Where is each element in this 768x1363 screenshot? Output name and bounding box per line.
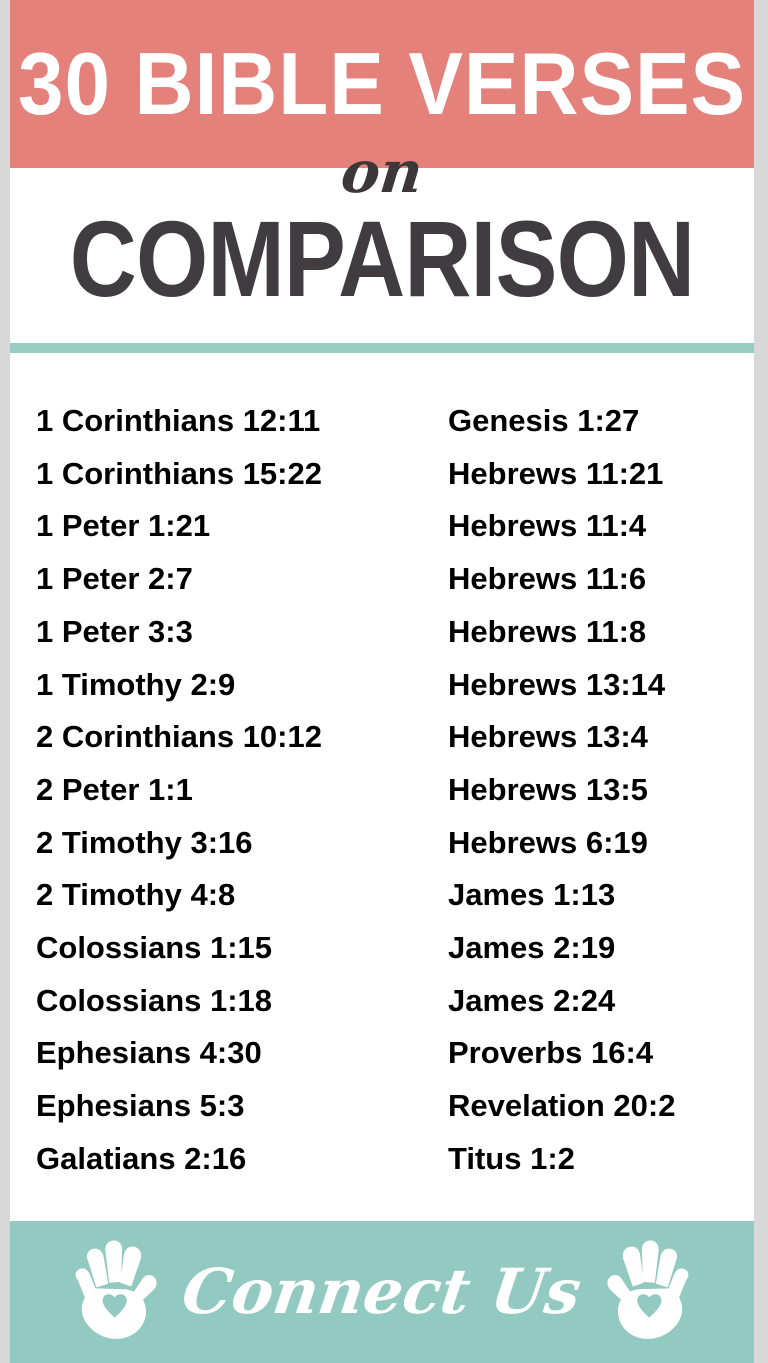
brand-name: Connect Us (178, 1255, 586, 1328)
title-connector-word: on (337, 138, 426, 206)
list-item: 2 Timothy 4:8 (36, 877, 236, 913)
list-item: Ephesians 4:30 (36, 1035, 262, 1071)
list-item: Hebrews 13:4 (448, 719, 648, 755)
list-item: 1 Timothy 2:9 (36, 666, 236, 702)
list-item: 1 Peter 1:21 (36, 508, 211, 544)
list-item: Hebrews 11:4 (448, 508, 647, 544)
list-item: 2 Corinthians 10:12 (36, 719, 322, 755)
list-item: Hebrews 11:6 (448, 561, 647, 597)
page-subtitle: COMPARISON (69, 198, 695, 319)
list-item: 1 Peter 2:7 (36, 561, 193, 597)
list-item: 1 Corinthians 15:22 (36, 455, 322, 491)
list-item: Titus 1:2 (448, 1140, 575, 1176)
list-item: 1 Corinthians 12:11 (36, 403, 321, 438)
list-item: Ephesians 5:3 (36, 1088, 245, 1124)
list-item: Colossians 1:15 (36, 930, 273, 966)
list-item: Hebrews 11:21 (448, 455, 664, 491)
list-item: Colossians 1:18 (36, 982, 273, 1018)
list-item: Genesis 1:27 (448, 403, 640, 438)
verse-list: 1 Corinthians 12:11 1 Corinthians 15:22 … (10, 395, 754, 1186)
verse-column-left: 1 Corinthians 12:11 1 Corinthians 15:22 … (10, 395, 430, 1186)
list-item: James 1:13 (448, 877, 616, 913)
poster-root: 30 BIBLE VERSES on COMPARISON 1 Corinthi… (0, 0, 768, 1363)
list-item: Galatians 2:16 (36, 1140, 247, 1176)
list-item: 2 Timothy 3:16 (36, 824, 253, 860)
list-item: Proverbs 16:4 (448, 1035, 654, 1071)
list-item: Hebrews 13:14 (448, 666, 666, 702)
footer-brand-bar: Connect Us (10, 1221, 754, 1363)
list-item: Revelation 20:2 (448, 1088, 676, 1124)
list-item: Hebrews 11:8 (448, 613, 647, 649)
verse-column-right: Genesis 1:27 Hebrews 11:21 Hebrews 11:4 … (430, 395, 754, 1186)
list-item: 1 Peter 3:3 (36, 613, 193, 649)
list-item: James 2:24 (448, 982, 616, 1018)
list-item: Hebrews 6:19 (448, 824, 648, 860)
hand-heart-icon (75, 1240, 157, 1339)
teal-divider (10, 343, 754, 353)
list-item: James 2:19 (448, 930, 616, 966)
hand-heart-icon (607, 1240, 689, 1339)
list-item: 2 Peter 1:1 (36, 771, 193, 807)
list-item: Hebrews 13:5 (448, 771, 648, 807)
